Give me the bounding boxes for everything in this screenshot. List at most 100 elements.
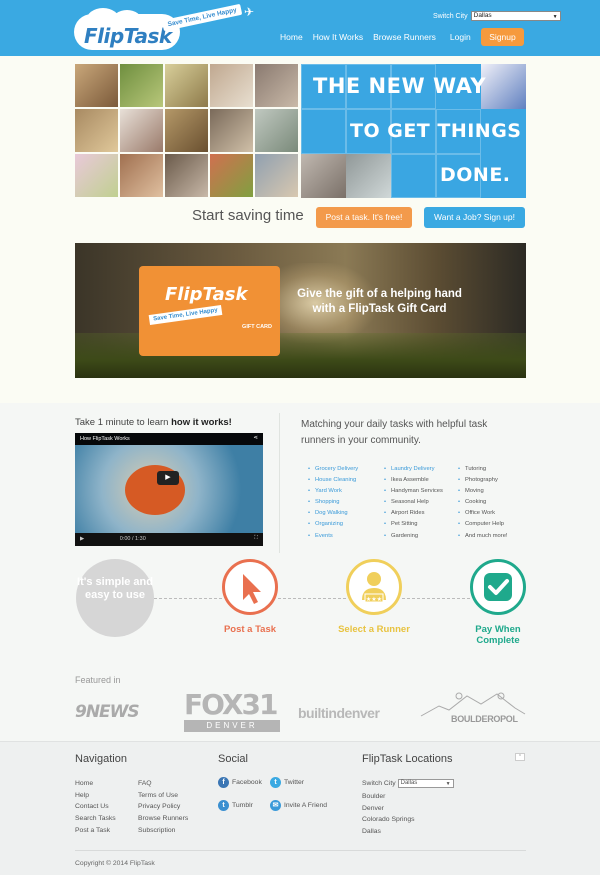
task-item[interactable]: Events [308, 531, 358, 542]
task-item[interactable]: Laundry Delivery [384, 464, 443, 475]
hero-headline-line2: TO GET THINGS [350, 120, 522, 142]
footer-link[interactable]: Search Tasks [75, 813, 116, 825]
step-pay-label: Pay When Complete [475, 624, 521, 646]
footer-link[interactable]: Home [75, 778, 116, 790]
location-link[interactable]: Denver [362, 803, 415, 815]
step-post-label: Post a Task [223, 624, 277, 635]
facebook-link[interactable]: f Facebook [218, 777, 262, 788]
play-icon[interactable]: ▶ [80, 536, 84, 542]
tumblr-link[interactable]: t Tumblr [218, 800, 253, 811]
gift-card-label: GIFT CARD [242, 324, 272, 330]
signup-button[interactable]: Signup [481, 28, 524, 46]
cursor-icon [243, 574, 261, 604]
cta-row: Start saving time Post a task. It's free… [75, 205, 526, 229]
video-controls: ▶ 0:00 / 1:30 ⛶ [75, 533, 263, 546]
hero-photo [255, 154, 298, 197]
footer-divider [75, 850, 526, 851]
hero-photo [120, 64, 163, 107]
hero-photo [120, 109, 163, 152]
boulderopol-logo[interactable]: BOULDEROPOL [419, 688, 527, 736]
twitter-link[interactable]: t Twitter [270, 777, 304, 788]
play-button[interactable]: ▶ [157, 471, 179, 485]
fox31-denver: DENVER [184, 720, 280, 732]
main-nav: Home How It Works Browse Runners Login S… [280, 28, 524, 46]
video-player[interactable]: How FlipTask Works ⋖ ▶ ▶ 0:00 / 1:30 ⛶ [75, 433, 263, 546]
hero-photo [165, 154, 208, 197]
gift-card-image: FlipTask Save Time, Live Happy GIFT CARD [139, 266, 280, 356]
twitter-label: Twitter [284, 779, 305, 786]
tumblr-icon: t [218, 800, 229, 811]
hero-photo [165, 109, 208, 152]
task-item: Tutoring [458, 464, 508, 475]
footer-link[interactable]: Help [75, 790, 116, 802]
nav-home[interactable]: Home [280, 32, 303, 42]
hero-grid-cell [391, 154, 436, 198]
task-item: Cooking [458, 497, 508, 508]
gift-card-logo: FlipTask [165, 284, 248, 305]
hero-photo [210, 64, 253, 107]
hero-photo [165, 64, 208, 107]
hero-headline-line3: DONE. [440, 164, 511, 186]
footer-link[interactable]: Subscription [138, 825, 188, 837]
task-item[interactable]: House Cleaning [308, 475, 358, 486]
logo-text: FlipTask [84, 24, 172, 48]
location-link[interactable]: Boulder [362, 791, 415, 803]
city-select[interactable]: Dallas ▼ [470, 11, 561, 21]
runner-badge-icon: ★★★ [362, 572, 386, 603]
footer-city-selected: Dallas [400, 780, 418, 786]
9news-logo[interactable]: 9NEWS [75, 702, 140, 722]
featured-title: Featured in [75, 675, 121, 685]
task-list-col2: Laundry Delivery Ikea Assemble Handyman … [384, 464, 443, 542]
nav-browse-runners[interactable]: Browse Runners [373, 32, 436, 42]
step-select-circle: ★★★ [346, 559, 402, 615]
want-job-button[interactable]: Want a Job? Sign up! [424, 207, 525, 228]
footer-link[interactable]: Browse Runners [138, 813, 188, 825]
task-list-col3: Tutoring Photography Moving Cooking Offi… [458, 464, 508, 542]
task-item[interactable]: Shopping [308, 497, 358, 508]
footer-social-title: Social [218, 753, 248, 765]
task-item: Computer Help [458, 519, 508, 530]
step-connector [154, 598, 222, 599]
task-item[interactable]: Yard Work [308, 486, 358, 497]
footer-nav-col1: Home Help Contact Us Search Tasks Post a… [75, 778, 116, 837]
task-item: Gardening [384, 531, 443, 542]
footer-link[interactable]: FAQ [138, 778, 188, 790]
task-item[interactable]: Organizing [308, 519, 358, 530]
fox31-logo[interactable]: FOX31 DENVER [184, 690, 280, 734]
task-item[interactable]: Dog Walking [308, 508, 358, 519]
location-link[interactable]: Colorado Springs [362, 814, 415, 826]
task-item: And much more! [458, 531, 508, 542]
footer-switch-city-label: Switch City [362, 780, 396, 787]
nav-login[interactable]: Login [450, 32, 471, 42]
task-item: Handyman Services [384, 486, 443, 497]
task-item: Airport Rides [384, 508, 443, 519]
gift-card-banner[interactable]: FlipTask Save Time, Live Happy GIFT CARD… [75, 243, 526, 378]
back-to-top-button[interactable]: ⌃ [515, 753, 525, 761]
facebook-label: Facebook [232, 779, 262, 786]
footer-city-select[interactable]: Dallas ▼ [397, 779, 454, 788]
footer-link[interactable]: Contact Us [75, 801, 116, 813]
footer-link[interactable]: Terms of Use [138, 790, 188, 802]
cta-text: Start saving time [192, 207, 304, 224]
how-it-works-section: Take 1 minute to learn how it works! How… [0, 403, 600, 743]
share-icon[interactable]: ⋖ [253, 435, 258, 441]
step-pay-circle [470, 559, 526, 615]
footer-locations-title: FlipTask Locations [362, 753, 453, 765]
location-link[interactable]: Dallas [362, 826, 415, 838]
footer-link[interactable]: Privacy Policy [138, 801, 188, 813]
hero-headline-line1: THE NEW WAY [313, 74, 487, 98]
video-title-bar: How FlipTask Works ⋖ [75, 433, 263, 445]
fullscreen-icon[interactable]: ⛶ [254, 535, 258, 542]
invite-friend-label: Invite A Friend [284, 802, 328, 809]
footer-link[interactable]: Post a Task [75, 825, 116, 837]
task-item[interactable]: Grocery Delivery [308, 464, 358, 475]
gift-card-tagline: Save Time, Live Happy [148, 304, 223, 326]
task-item: Moving [458, 486, 508, 497]
footer-nav-col2: FAQ Terms of Use Privacy Policy Browse R… [138, 778, 188, 837]
invite-friend-link[interactable]: ✉ Invite A Friend [270, 800, 327, 811]
nav-how-it-works[interactable]: How It Works [313, 32, 363, 42]
hero-photo [210, 109, 253, 152]
post-task-button[interactable]: Post a task. It's free! [316, 207, 412, 228]
svg-text:★★★: ★★★ [366, 596, 382, 603]
builtindenver-logo[interactable]: builtindenver [298, 705, 380, 721]
